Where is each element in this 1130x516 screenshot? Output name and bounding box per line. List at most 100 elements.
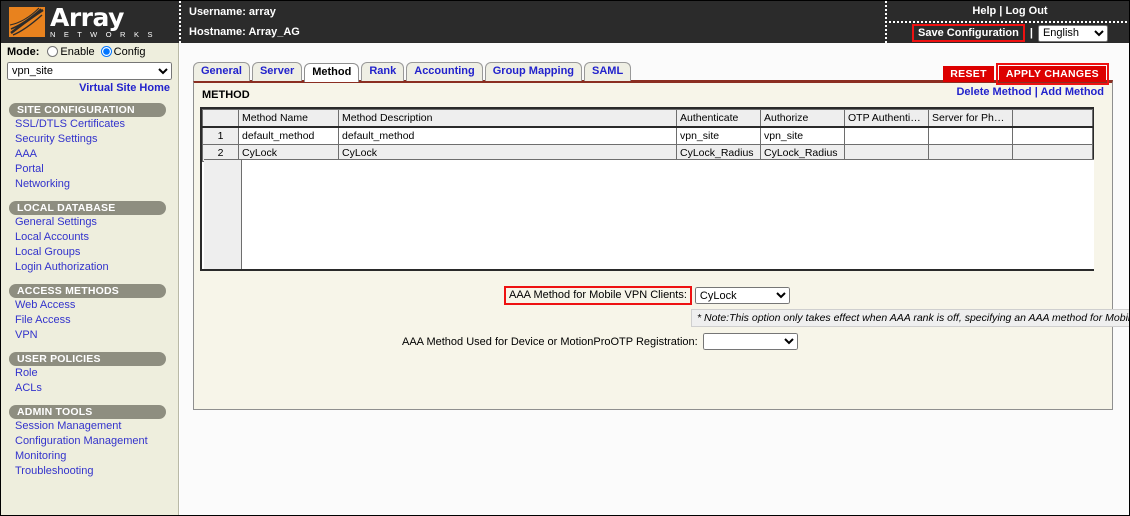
registration-method-select[interactable] [703, 333, 798, 350]
mobile-vpn-label: AAA Method for Mobile VPN Clients: [504, 286, 692, 305]
method-table-container: Method Name Method Description Authentic… [200, 107, 1094, 271]
nav-header-user-policies: USER POLICIES [9, 352, 166, 366]
nav-group-access-methods: ACCESS METHODS Web Access File Access VP… [1, 284, 178, 343]
tab-bar: General Server Method Rank Accounting Gr… [193, 62, 631, 81]
add-method-link[interactable]: Add Method [1040, 86, 1104, 98]
sidebar-item-aaa[interactable]: AAA [1, 147, 178, 162]
tab-method[interactable]: Method [304, 63, 359, 82]
cell-method-description: default_method [339, 127, 677, 145]
save-configuration-button[interactable]: Save Configuration [912, 24, 1025, 42]
mode-label: Mode: [7, 46, 39, 58]
sidebar-item-ssl-dtls-certificates[interactable]: SSL/DTLS Certificates [1, 117, 178, 132]
tab-accounting[interactable]: Accounting [406, 62, 483, 81]
main-content: General Server Method Rank Accounting Gr… [180, 43, 1129, 515]
cell-method-name[interactable]: default_method [239, 127, 339, 145]
tab-general[interactable]: General [193, 62, 250, 81]
username-label: Username: array [189, 6, 276, 18]
help-logout-bar: Help | Log Out [891, 5, 1129, 17]
mode-radio-enable-input[interactable] [47, 46, 58, 57]
sidebar-item-login-authorization[interactable]: Login Authorization [1, 260, 178, 275]
note-text: * Note:This option only takes effect whe… [691, 309, 1129, 327]
links-separator: | [1035, 86, 1038, 98]
sidebar-item-file-access[interactable]: File Access [1, 313, 178, 328]
table-header-row: Method Name Method Description Authentic… [203, 110, 1093, 128]
mode-radio-config-input[interactable] [101, 46, 112, 57]
virtual-site-home-link[interactable]: Virtual Site Home [79, 82, 170, 94]
table-links: Delete Method | Add Method [956, 86, 1104, 98]
sidebar-item-acls[interactable]: ACLs [1, 381, 178, 396]
mode-row: Mode: Enable Config [1, 43, 178, 60]
save-config-bar: Save Configuration | English [891, 23, 1129, 43]
brand-subtitle: N E T W O R K S [50, 31, 156, 39]
method-panel: RESET APPLY CHANGES METHOD Delete Method… [193, 80, 1113, 410]
sidebar-item-session-management[interactable]: Session Management [1, 419, 178, 434]
cell-authenticate: vpn_site [677, 127, 761, 145]
column-header-method-name[interactable]: Method Name [239, 110, 339, 128]
save-separator: | [1030, 27, 1033, 39]
sidebar-item-vpn[interactable]: VPN [1, 328, 178, 343]
column-header-authorize[interactable]: Authorize [761, 110, 845, 128]
column-header-server-for-phone[interactable]: Server for Phone... [929, 110, 1013, 128]
brand-logo[interactable]: Array N E T W O R K S [1, 1, 179, 43]
virtual-site-select[interactable]: vpn_site [7, 62, 172, 80]
virtual-site-home-row: Virtual Site Home [1, 82, 178, 94]
column-header-otp-authentication[interactable]: OTP Authenticati... [845, 110, 929, 128]
action-buttons: RESET APPLY CHANGES [943, 66, 1106, 82]
nav-header-access-methods: ACCESS METHODS [9, 284, 166, 298]
table-empty-body [242, 160, 1094, 269]
reset-button[interactable]: RESET [943, 66, 994, 82]
sidebar-item-troubleshooting[interactable]: Troubleshooting [1, 464, 178, 479]
column-header-authenticate[interactable]: Authenticate [677, 110, 761, 128]
mobile-vpn-method-select[interactable]: CyLock [695, 287, 790, 304]
sidebar-item-role[interactable]: Role [1, 366, 178, 381]
nav-header-site-configuration: SITE CONFIGURATION [9, 103, 166, 117]
sidebar-item-local-accounts[interactable]: Local Accounts [1, 230, 178, 245]
sidebar-item-web-access[interactable]: Web Access [1, 298, 178, 313]
sidebar-item-local-groups[interactable]: Local Groups [1, 245, 178, 260]
cell-extra [1013, 127, 1093, 145]
nav-header-local-database: LOCAL DATABASE [9, 201, 166, 215]
registration-label: AAA Method Used for Device or MotionProO… [402, 336, 698, 348]
logout-link[interactable]: Log Out [1005, 5, 1047, 17]
mode-radio-enable-label: Enable [60, 46, 94, 58]
sidebar-item-portal[interactable]: Portal [1, 162, 178, 177]
brand-name: Array [50, 5, 156, 30]
nav-header-admin-tools: ADMIN TOOLS [9, 405, 166, 419]
method-table: Method Name Method Description Authentic… [202, 109, 1093, 162]
sidebar-item-networking[interactable]: Networking [1, 177, 178, 192]
mode-radio-config[interactable]: Config [101, 46, 146, 58]
tab-server[interactable]: Server [252, 62, 302, 81]
nav-group-local-database: LOCAL DATABASE General Settings Local Ac… [1, 201, 178, 275]
application-window: Array N E T W O R K S Username: array Ho… [1, 1, 1129, 515]
registration-row: AAA Method Used for Device or MotionProO… [194, 333, 1112, 350]
nav-group-site-configuration: SITE CONFIGURATION SSL/DTLS Certificates… [1, 103, 178, 192]
sidebar: Mode: Enable Config vpn_site Virtual Sit… [1, 43, 179, 515]
language-select[interactable]: English [1038, 25, 1108, 42]
sidebar-item-monitoring[interactable]: Monitoring [1, 449, 178, 464]
cell-phone [929, 127, 1013, 145]
table-empty-area [204, 159, 1094, 269]
column-header-index [203, 110, 239, 128]
tab-rank[interactable]: Rank [361, 62, 404, 81]
hostname-label: Hostname: Array_AG [189, 26, 300, 38]
help-separator: | [999, 5, 1002, 17]
cell-otp [845, 127, 929, 145]
mobile-vpn-row: AAA Method for Mobile VPN Clients: CyLoc… [194, 286, 1112, 305]
tab-saml[interactable]: SAML [584, 62, 631, 81]
apply-changes-button[interactable]: APPLY CHANGES [999, 66, 1106, 82]
delete-method-link[interactable]: Delete Method [956, 86, 1031, 98]
mode-radio-config-label: Config [114, 46, 146, 58]
column-header-method-description[interactable]: Method Description [339, 110, 677, 128]
tab-group-mapping[interactable]: Group Mapping [485, 62, 582, 81]
sidebar-item-security-settings[interactable]: Security Settings [1, 132, 178, 147]
nav-group-user-policies: USER POLICIES Role ACLs [1, 352, 178, 396]
mode-radio-enable[interactable]: Enable [47, 46, 94, 58]
cell-authorize: vpn_site [761, 127, 845, 145]
sidebar-item-general-settings[interactable]: General Settings [1, 215, 178, 230]
array-networks-logo-icon [9, 7, 45, 37]
sidebar-item-configuration-management[interactable]: Configuration Management [1, 434, 178, 449]
row-index: 1 [203, 127, 239, 145]
table-row[interactable]: 1 default_method default_method vpn_site… [203, 127, 1093, 145]
help-link[interactable]: Help [972, 5, 996, 17]
table-empty-index-column [204, 160, 242, 269]
